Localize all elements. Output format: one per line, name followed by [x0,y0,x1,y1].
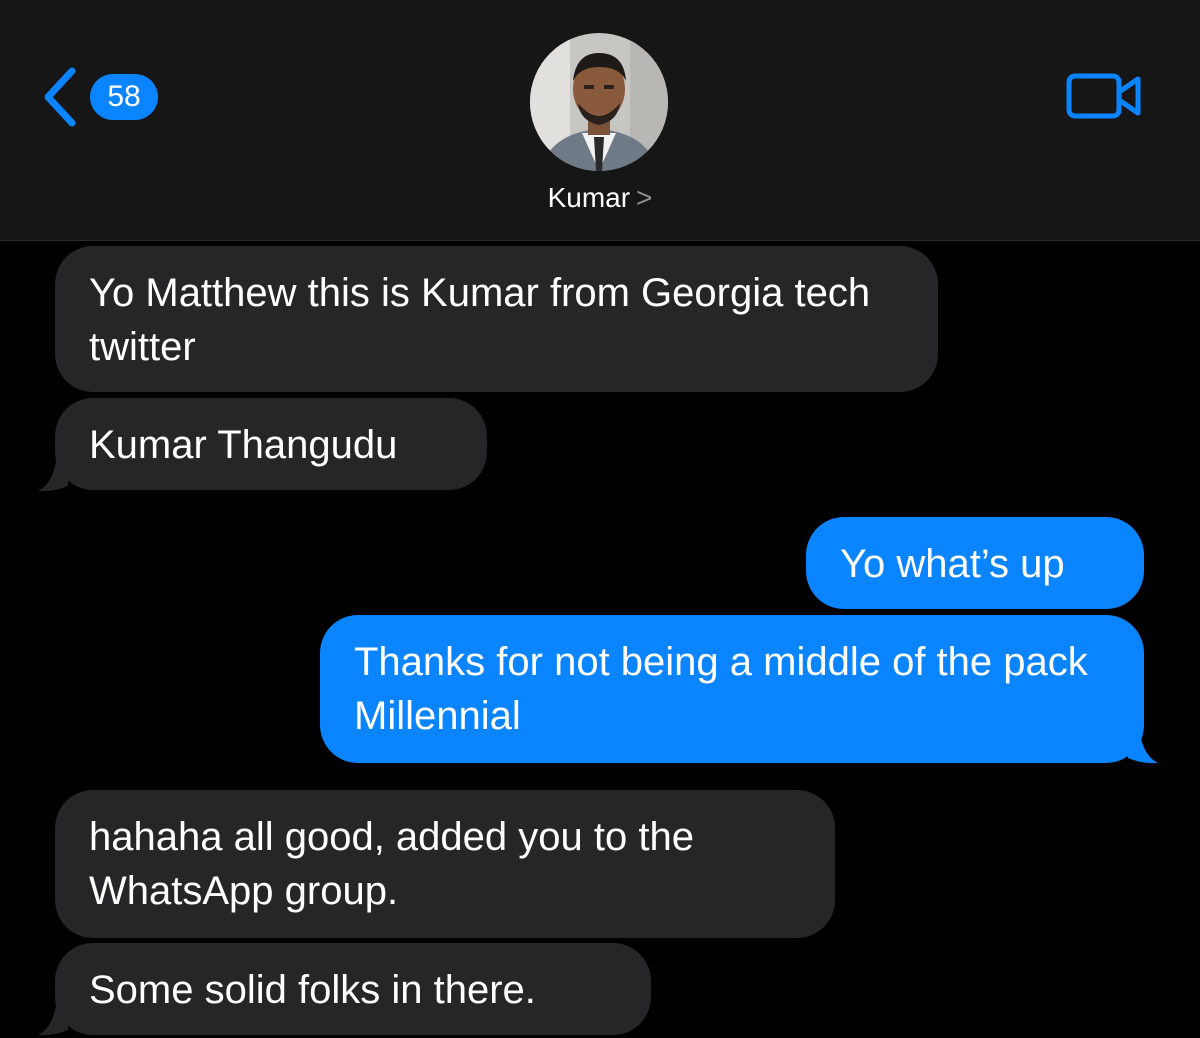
message-text: Yo what’s up [840,542,1065,586]
message-bubble-incoming[interactable]: Some solid folks in there. [55,943,651,1035]
contact-avatar[interactable] [530,33,668,171]
avatar-photo [530,33,668,171]
contact-name: Kumar [547,182,631,213]
message-text: hahaha all good, added you to the WhatsA… [89,815,694,913]
message-bubble-outgoing[interactable]: Thanks for not being a middle of the pac… [320,615,1144,763]
back-button[interactable]: 58 [40,62,158,132]
unread-count-badge: 58 [90,74,158,120]
message-bubble-incoming[interactable]: Yo Matthew this is Kumar from Georgia te… [55,246,938,392]
bubble-tail [38,1006,68,1036]
message-bubble-incoming[interactable]: hahaha all good, added you to the WhatsA… [55,790,835,938]
contact-name-button[interactable]: Kumar > [0,182,1200,214]
message-text: Some solid folks in there. [89,968,536,1012]
chevron-left-icon [44,67,76,127]
message-bubble-outgoing[interactable]: Yo what’s up [806,517,1144,609]
message-text: Thanks for not being a middle of the pac… [354,640,1088,738]
video-camera-icon[interactable] [1066,70,1142,122]
message-text: Yo Matthew this is Kumar from Georgia te… [89,271,871,369]
bubble-tail [1128,734,1158,764]
message-bubble-incoming[interactable]: Kumar Thangudu [55,398,487,490]
message-text: Kumar Thangudu [89,423,398,467]
chevron-right-icon: > [636,182,653,213]
conversation-header: 58 Kumar > [0,0,1200,241]
bubble-tail [38,462,68,492]
